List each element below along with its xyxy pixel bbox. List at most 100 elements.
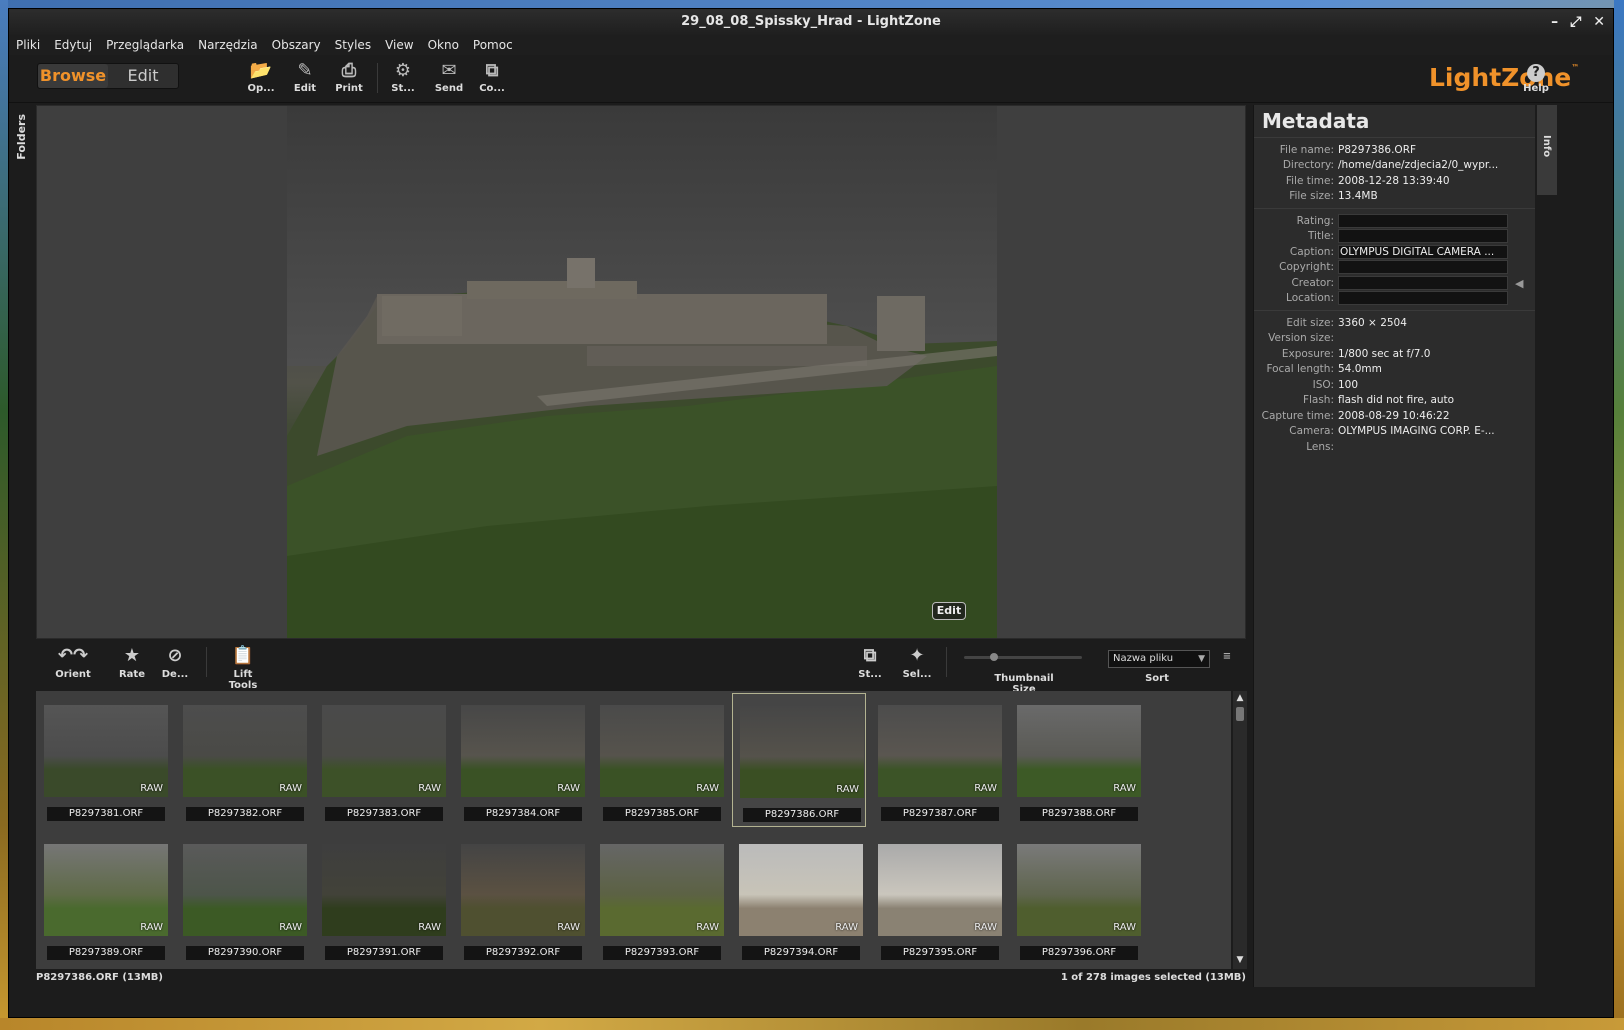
sort-select[interactable]: Nazwa pliku ▼ [1108,650,1210,668]
edit-button[interactable]: ✎ Edit [283,59,327,94]
convert-button[interactable]: ⧉ Co... [470,59,514,94]
orient-label: Orient [55,669,91,680]
metadata-input[interactable] [1338,275,1508,290]
metadata-row: Copyright: [1254,260,1535,276]
menu-okno[interactable]: Okno [428,38,459,52]
metadata-value: flash did not fire, auto [1338,394,1455,407]
minimize-icon[interactable]: – [1551,9,1558,35]
thumbnail-item[interactable]: RAW P8297386.ORF [732,693,866,827]
image-preview[interactable]: Edit [36,105,1246,639]
rate-button[interactable]: ★ Rate [116,643,148,680]
menu-edytuj[interactable]: Edytuj [54,38,92,52]
close-icon[interactable]: ✕ [1593,9,1605,35]
metadata-key: File size: [1289,190,1334,203]
thumbnail-item[interactable]: RAW P8297382.ORF [176,693,310,827]
thumbnail-image: RAW [1017,844,1141,936]
delete-icon: ⊘ [167,645,183,666]
styles-button[interactable]: ⚙ St... [381,59,425,94]
print-button[interactable]: ⎙ Print [327,59,371,94]
styles-label: St... [391,83,415,94]
orient-button[interactable]: ↶↷ Orient [52,643,94,680]
send-button[interactable]: ✉ Send [427,59,471,94]
metadata-input[interactable] [1338,260,1508,275]
thumbnail-image: RAW [1017,705,1141,797]
maximize-icon[interactable]: ⤢ [1570,9,1581,35]
thumbnail-item[interactable]: RAW P8297390.ORF [176,832,310,966]
thumbnail-item[interactable]: RAW P8297395.ORF [871,832,1005,966]
chevron-down-icon: ▼ [1198,654,1205,664]
metadata-input[interactable]: OLYMPUS DIGITAL CAMERA ... [1338,244,1508,259]
delete-button[interactable]: ⊘ De... [160,643,190,680]
slider-knob[interactable] [990,653,998,661]
thumbnail-item[interactable]: RAW P8297393.ORF [593,832,727,966]
magic-wand-icon: ✦ [909,645,925,666]
thumbnail-item[interactable]: RAW P8297391.ORF [315,832,449,966]
menu-narzedzia[interactable]: Narzędzia [198,38,258,52]
metadata-row: Exposure: 1/800 sec at f/7.0 [1254,346,1535,362]
arrow-left-icon[interactable]: ◀ [1515,277,1523,290]
thumbnail-image: RAW [44,844,168,936]
scroll-up-icon[interactable]: ▲ [1234,693,1246,705]
thumbnail-image: RAW [44,705,168,797]
edit-overlay-button[interactable]: Edit [932,602,966,620]
thumbnail-size-slider[interactable] [964,653,1082,661]
thumbnail-item[interactable]: RAW P8297392.ORF [454,832,588,966]
thumbnail-item[interactable]: RAW P8297389.ORF [37,832,171,966]
info-tab[interactable]: Info [1537,105,1557,195]
open-folder-icon: 📂 [249,60,273,81]
preview-photo: Edit [287,106,997,638]
menu-styles[interactable]: Styles [335,38,371,52]
thumbnail-scrollbar[interactable]: ▲ ▼ [1233,691,1247,969]
metadata-input[interactable] [1338,213,1508,228]
thumbnail-item[interactable]: RAW P8297396.ORF [1010,832,1144,966]
right-side-strip [1535,105,1559,987]
metadata-key: Focal length: [1266,363,1334,376]
menu-obszary[interactable]: Obszary [272,38,321,52]
thumbnail-item[interactable]: RAW P8297388.ORF [1010,693,1144,827]
toolbar-separator [946,647,947,677]
thumbnail-item[interactable]: RAW P8297394.ORF [732,832,866,966]
menu-pliki[interactable]: Pliki [16,38,40,52]
thumbnail-item[interactable]: RAW P8297385.ORF [593,693,727,827]
menu-przegladarka[interactable]: Przeglądarka [106,38,184,52]
metadata-input[interactable] [1338,291,1508,306]
lift-tools-button[interactable]: 📋 Lift Tools [218,643,268,691]
edit-mode-button[interactable]: Edit [108,64,178,88]
menu-bar: Pliki Edytuj Przeglądarka Narzędzia Obsz… [9,35,1613,55]
scroll-down-icon[interactable]: ▼ [1234,955,1246,967]
menu-pomoc[interactable]: Pomoc [473,38,513,52]
metadata-value: 100 [1338,378,1359,391]
title-bar[interactable]: 29_08_08_Spissky_Hrad - LightZone – ⤢ ✕ [9,9,1613,35]
metadata-input[interactable] [1338,229,1508,244]
sort-order-icon[interactable]: ≡ [1220,651,1234,662]
metadata-key: File time: [1285,174,1334,187]
raw-badge: RAW [974,783,997,794]
thumbnail-item[interactable]: RAW P8297383.ORF [315,693,449,827]
open-button[interactable]: 📂 Op... [239,59,283,94]
select-button[interactable]: ✦ Sel... [902,643,932,680]
raw-badge: RAW [1113,783,1136,794]
metadata-key: Flash: [1302,394,1334,407]
scroll-thumb[interactable] [1236,707,1244,721]
metadata-key: Capture time: [1261,409,1334,422]
help-button[interactable]: ? Help [1514,59,1558,94]
thumbnail-filename: P8297389.ORF [47,946,165,960]
menu-view[interactable]: View [385,38,413,52]
metadata-row: File size: 13.4MB [1254,189,1535,205]
thumbnail-item[interactable]: RAW P8297381.ORF [37,693,171,827]
info-tab-label: Info [1541,135,1552,158]
raw-badge: RAW [835,922,858,933]
raw-badge: RAW [418,922,441,933]
metadata-row: Edit size: 3360 × 2504 [1254,315,1535,331]
browser-toolbar: ↶↷ Orient ★ Rate ⊘ De... 📋 Lift Tools ⧉ … [36,641,1246,695]
thumbnail-image: RAW [461,844,585,936]
styles-button-strip[interactable]: ⧉ St... [858,643,882,680]
thumbnail-item[interactable]: RAW P8297387.ORF [871,693,1005,827]
print-label: Print [335,83,363,94]
thumbnail-item[interactable]: RAW P8297384.ORF [454,693,588,827]
metadata-value: 2008-12-28 13:39:40 [1338,174,1450,187]
folders-tab[interactable]: Folders [9,104,35,644]
thumbnail-filename: P8297396.ORF [1020,946,1138,960]
copy-styles-icon: ⧉ [863,645,877,666]
browse-mode-button[interactable]: Browse [38,64,108,88]
